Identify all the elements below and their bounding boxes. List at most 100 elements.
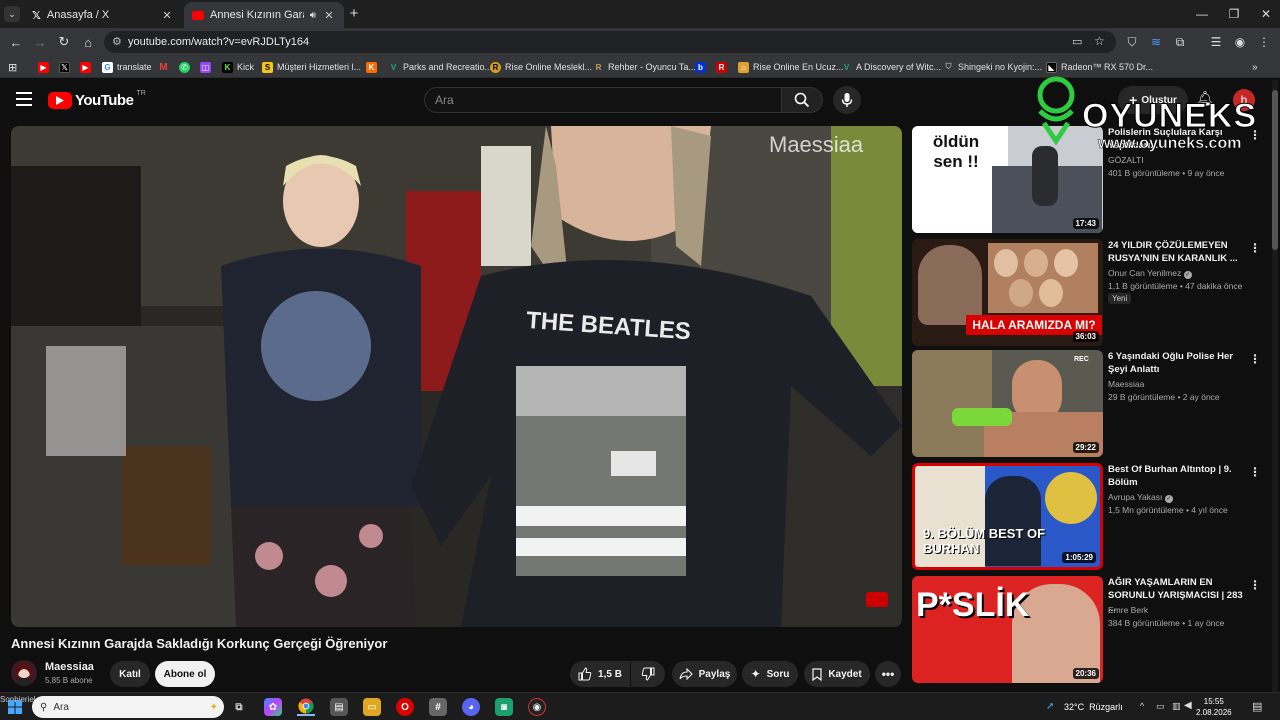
more-vertical-icon[interactable]: ⋮ [1248, 128, 1262, 142]
clock[interactable]: 15:55 2.08.2026 [1196, 696, 1232, 718]
tab-x-home[interactable]: 𝕏 Anasayfa / X ✕ [24, 2, 182, 28]
network-icon[interactable]: ▥ [1172, 701, 1181, 712]
tab-list-dropdown-icon[interactable]: ⌄ [4, 6, 20, 22]
bookmarks-overflow-icon[interactable]: » [1252, 60, 1258, 74]
rec-channel[interactable]: Emre Berk [1108, 605, 1148, 615]
volume-icon[interactable]: ◀ [1184, 700, 1192, 711]
more-actions-button[interactable]: ••• [875, 661, 901, 687]
rec-channel[interactable]: GÖZALTI [1108, 155, 1144, 165]
recommendation-item[interactable]: P*SLİK 20:36 AĞIR YAŞAMLARIN EN SORUNLU … [912, 576, 1272, 684]
search-input[interactable]: Ara [424, 87, 782, 113]
notifications-icon[interactable]: ▤ [1252, 700, 1262, 713]
extension-wave-icon[interactable]: ≋ [1148, 34, 1164, 50]
rec-title[interactable]: 6 Yaşındaki Oğlu Polise Her Şeyi Anlattı [1108, 350, 1248, 376]
tray-battery-icon[interactable]: ▭ [1156, 701, 1165, 712]
more-vertical-icon[interactable]: ⋮ [1248, 241, 1262, 255]
recommendation-item[interactable]: 9. BÖLÜM BEST OF BURHAN 1:05:29 Best Of … [912, 463, 1272, 571]
home-icon[interactable]: ⌂ [78, 32, 98, 52]
taskbar-search-input[interactable]: ⚲ Ara ✦ [32, 696, 224, 718]
recommendation-item[interactable]: HALA ARAMIZDA MI? 36:03 24 YILDIR ÇÖZÜLE… [912, 239, 1272, 347]
bookmark-rise-ucuz[interactable]: ⌂ Rise Online En Ucuz... [738, 60, 844, 74]
back-icon[interactable]: ← [6, 32, 26, 52]
dislike-button[interactable] [631, 661, 665, 687]
site-info-icon[interactable]: ⚙ [112, 35, 122, 48]
bookmark-rehber[interactable]: R Rehber - Oyuncu Ta... [593, 60, 696, 74]
video-player[interactable]: THE BEATLES Maessiaa [11, 126, 902, 627]
rec-title[interactable]: Best Of Burhan Altıntop | 9. Bölüm [1108, 463, 1248, 489]
task-view-icon[interactable]: ⧉ [230, 698, 248, 716]
ask-button[interactable]: ✦ Soru [742, 661, 798, 687]
page-scrollbar[interactable] [1272, 80, 1278, 692]
bookmark-k[interactable]: K [366, 60, 377, 74]
bookmark-parks[interactable]: V Parks and Recreatio... [388, 60, 492, 74]
bookmark-twitch[interactable]: ◫ [200, 60, 211, 74]
save-button[interactable]: Kaydet [804, 661, 870, 687]
share-button[interactable]: Paylaş [672, 661, 737, 687]
youtube-logo[interactable]: YouTube TR [48, 90, 146, 109]
apps-grid-icon[interactable]: ⊞ [8, 60, 17, 74]
channel-name[interactable]: Maessiaa [45, 661, 94, 673]
rec-thumbnail[interactable]: öldün sen !! 17:43 [912, 126, 1103, 233]
minimize-icon[interactable]: — [1186, 0, 1218, 28]
hamburger-menu-icon[interactable] [16, 92, 32, 106]
extensions-puzzle-icon[interactable]: ⧉ [1172, 34, 1188, 50]
profile-icon[interactable]: ◉ [1232, 34, 1248, 50]
discord-icon[interactable]: ◕ [462, 698, 480, 716]
subscribe-button[interactable]: Abone ol [155, 661, 215, 687]
bookmark-translate[interactable]: Gtranslate [102, 60, 152, 74]
weather-icon[interactable]: ➚ [1046, 701, 1054, 712]
file-explorer-icon[interactable]: ▭ [363, 698, 381, 716]
rec-channel[interactable]: Avrupa Yakası ✓ [1108, 492, 1173, 503]
bookmark-x[interactable]: 𝕏 [59, 60, 70, 74]
bookmark-musteri[interactable]: S Müşteri Hizmetleri l... [262, 60, 361, 74]
rec-title[interactable]: Polislerin Suçlulara Karşı Yaptıkları... [1108, 126, 1248, 152]
bookmark-rise-meslek[interactable]: R Rise Online Meslekl... [490, 60, 592, 74]
chrome-icon[interactable] [297, 698, 315, 716]
rec-thumbnail[interactable]: P*SLİK 20:36 [912, 576, 1103, 683]
bookmark-whatsapp[interactable]: ✆ [179, 60, 190, 74]
bookmark-r-red[interactable]: R [716, 60, 727, 74]
speaker-icon[interactable]: 🔊︎ [310, 10, 316, 21]
app-circle-icon[interactable]: ◉ [528, 698, 546, 716]
more-vertical-icon[interactable]: ⋮ [1248, 352, 1262, 366]
scrollbar-thumb[interactable] [1272, 90, 1278, 250]
close-icon[interactable]: ✕ [322, 9, 336, 22]
restore-icon[interactable]: ❐ [1218, 0, 1250, 28]
address-bar[interactable]: ⚙ youtube.com/watch?v=evRJDLTy164 ▭ ☆ [104, 31, 1116, 53]
opera-icon[interactable]: O [396, 698, 414, 716]
tab-youtube-video[interactable]: Annesi Kızının Garajda Sakla 🔊︎ ✕ [184, 2, 344, 28]
rec-thumbnail[interactable]: REC 29:22 [912, 350, 1103, 457]
recommendation-item[interactable]: REC 29:22 6 Yaşındaki Oğlu Polise Her Şe… [912, 350, 1272, 458]
rec-thumbnail[interactable]: 9. BÖLÜM BEST OF BURHAN 1:05:29 [912, 463, 1103, 570]
bookmark-shingeki[interactable]: ⛉ Shingeki no Kyojin:... [943, 60, 1043, 74]
rec-title[interactable]: 24 YILDIR ÇÖZÜLEMEYEN RUSYA'NIN EN KARAN… [1108, 239, 1248, 265]
avatar[interactable]: h [1233, 89, 1255, 111]
join-button[interactable]: Katıl [110, 661, 150, 687]
close-window-icon[interactable]: ✕ [1250, 0, 1280, 28]
forward-icon[interactable]: → [30, 32, 50, 52]
like-button[interactable]: 1,5 B [570, 661, 630, 687]
start-windows-icon[interactable] [6, 698, 24, 716]
app-green-icon[interactable]: ◙ [495, 698, 513, 716]
bookmark-youtube[interactable]: ▶ [38, 60, 49, 74]
rec-thumbnail[interactable]: HALA ARAMIZDA MI? 36:03 [912, 239, 1103, 346]
menu-kebab-icon[interactable]: ⋮ [1256, 34, 1272, 50]
app-generic-icon[interactable]: ▤ [330, 698, 348, 716]
cast-icon[interactable]: ▭ [1072, 35, 1082, 48]
recommendation-item[interactable]: öldün sen !! 17:43 Polislerin Suçlulara … [912, 126, 1272, 234]
calculator-icon[interactable]: # [429, 698, 447, 716]
new-tab-icon[interactable]: + [346, 5, 362, 23]
reading-list-icon[interactable]: ☰ [1208, 34, 1224, 50]
rec-channel[interactable]: Onur Can Yenilmez ✓ [1108, 268, 1192, 279]
more-vertical-icon[interactable]: ⋮ [1248, 578, 1262, 592]
bookmark-star-icon[interactable]: ☆ [1094, 34, 1105, 48]
bookmark-discovery[interactable]: V A Discovery of Witc... [841, 60, 941, 74]
tray-chevron-icon[interactable]: ^ [1140, 701, 1144, 711]
channel-avatar[interactable] [11, 660, 37, 686]
notifications-bell-icon[interactable]: 🔔︎ [1196, 90, 1214, 107]
create-button[interactable]: + Oluştur [1118, 86, 1188, 114]
bookmark-b[interactable]: b [695, 60, 706, 74]
weather-text[interactable]: 32°C Rüzgarlı [1064, 702, 1123, 712]
bookmark-kick[interactable]: K Kick [222, 60, 254, 74]
search-button[interactable] [781, 87, 823, 113]
